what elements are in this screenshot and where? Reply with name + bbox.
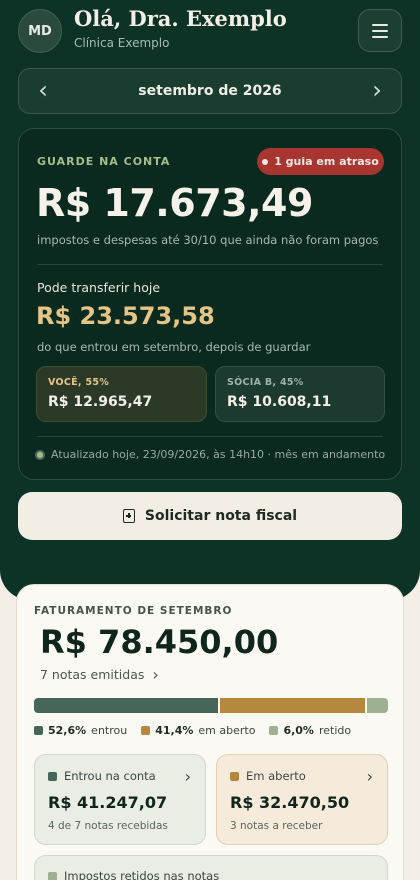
chevron-right-icon: › [184, 767, 191, 786]
billing-eyebrow: FATURAMENTO DE SETEMBRO [34, 605, 233, 617]
transfer-amount: R$ 23.573,58 [36, 302, 215, 330]
split-you-value: R$ 12.965,47 [48, 394, 153, 410]
transfer-description: do que entrou em setembro, depois de gua… [37, 340, 311, 354]
transfer-label: Pode transferir hoje [37, 280, 161, 295]
updated-text: Atualizado hoje, 23/09/2026, às 14h10 · … [51, 448, 386, 461]
legend-item: 6,0% retido [269, 724, 351, 737]
menu-button[interactable] [358, 9, 402, 52]
reserve-card: GUARDE NA CONTA 1 guia em atraso R$ 17.6… [18, 128, 402, 480]
open-title: Em aberto [246, 769, 306, 783]
open-amount: R$ 32.470,50 [230, 793, 350, 812]
reserve-description: impostos e despesas até 30/10 que ainda … [37, 233, 379, 247]
chevron-right-icon[interactable]: › [365, 78, 389, 103]
hamburger-icon [372, 23, 388, 26]
legend-label: entrou [91, 724, 128, 737]
open-card[interactable]: Em aberto › R$ 32.470,50 3 notas a receb… [216, 754, 388, 845]
received-amount: R$ 41.247,07 [48, 793, 168, 812]
received-card[interactable]: Entrou na conta › R$ 41.247,07 4 de 7 no… [34, 754, 206, 845]
progress-segment-em-aberto [220, 698, 365, 713]
legend-percent: 6,0% [283, 724, 314, 737]
legend-percent: 52,6% [48, 724, 87, 737]
split-partner-label: SÓCIA B, 45% [227, 377, 304, 388]
legend-label: em aberto [198, 724, 256, 737]
split-you-label: VOCÊ, 55% [48, 377, 110, 388]
clinic-name: Clínica Exemplo [74, 36, 170, 50]
received-detail: 4 de 7 notas recebidas [48, 820, 168, 832]
legend-swatch [34, 726, 43, 735]
legend-percent: 41,4% [155, 724, 194, 737]
chevron-right-icon: › [366, 767, 373, 786]
greeting-title: Olá, Dra. Exemplo [74, 6, 287, 31]
notes-link[interactable]: 7 notas emitidas › [40, 664, 159, 684]
open-swatch [230, 771, 239, 781]
progress-segment-entrou [34, 698, 219, 713]
open-detail: 3 notas a receber [230, 820, 323, 832]
legend-item: 41,4% em aberto [141, 724, 255, 737]
month-selector: ‹ setembro de 2026 › [18, 68, 402, 114]
retained-title: Impostos retidos nas notas [64, 869, 220, 880]
billing-legend: 52,6% entrou 41,4% em aberto 6,0% retido [34, 724, 351, 737]
request-invoice-label: Solicitar nota fiscal [144, 508, 298, 524]
legend-swatch [269, 726, 279, 735]
updated-status: Atualizado hoje, 23/09/2026, às 14h10 · … [35, 448, 385, 461]
retained-swatch [48, 871, 57, 880]
legend-label: retido [318, 724, 352, 737]
retained-card[interactable]: Impostos retidos nas notas [34, 855, 388, 880]
reserve-amount: R$ 17.673,49 [36, 181, 313, 225]
avatar[interactable]: MD [18, 9, 62, 53]
split-you: VOCÊ, 55% R$ 12.965,47 [36, 366, 207, 422]
billing-total: R$ 78.450,00 [40, 623, 279, 661]
legend-swatch [141, 726, 151, 735]
overdue-badge[interactable]: 1 guia em atraso [257, 148, 384, 175]
month-label: setembro de 2026 [138, 83, 282, 99]
chevron-right-icon: › [152, 664, 159, 684]
document-plus-icon [122, 509, 135, 523]
overdue-badge-label: 1 guia em atraso [274, 155, 379, 168]
billing-progress-bar [34, 698, 388, 713]
received-title: Entrou na conta [64, 769, 156, 783]
billing-card: FATURAMENTO DE SETEMBRO R$ 78.450,00 7 n… [16, 584, 404, 880]
alert-dot-icon [262, 158, 269, 165]
divider [37, 264, 383, 265]
split-partner: SÓCIA B, 45% R$ 10.608,11 [215, 366, 385, 422]
progress-segment-retido [367, 698, 388, 713]
split-partner-value: R$ 10.608,11 [227, 394, 332, 410]
received-swatch [48, 771, 57, 781]
divider [37, 436, 383, 437]
live-dot-icon [35, 449, 45, 460]
reserve-eyebrow: GUARDE NA CONTA [37, 155, 171, 168]
notes-count: 7 notas emitidas [40, 667, 145, 682]
legend-item: 52,6% entrou [34, 724, 127, 737]
request-invoice-button[interactable]: Solicitar nota fiscal [18, 492, 402, 540]
